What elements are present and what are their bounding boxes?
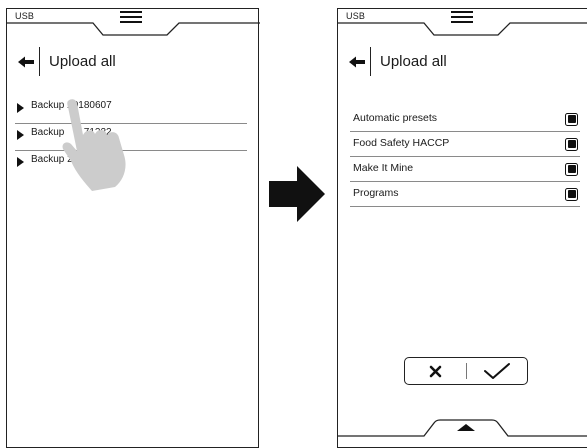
back-arrow-icon[interactable]	[17, 55, 35, 69]
cross-icon	[429, 365, 442, 378]
option-label: Automatic presets	[353, 112, 438, 124]
checkbox[interactable]	[565, 188, 578, 201]
confirm-button[interactable]	[467, 358, 528, 384]
option-label: Programs	[353, 187, 399, 199]
page-header: Upload all	[348, 47, 568, 79]
usb-label: USB	[15, 11, 35, 21]
option-label: Make It Mine	[353, 162, 414, 174]
hamburger-menu-icon[interactable]	[120, 11, 142, 23]
page-header: Upload all	[17, 47, 237, 79]
checkbox[interactable]	[565, 163, 578, 176]
page-title: Upload all	[380, 53, 447, 70]
option-automatic-presets[interactable]: Automatic presets	[350, 107, 580, 132]
upload-options-list: Automatic presets Food Safety HACCP Make…	[350, 107, 580, 207]
checkbox[interactable]	[565, 113, 578, 126]
checkbox-fill	[567, 115, 576, 124]
checkmark-icon	[484, 363, 510, 379]
header-divider	[39, 47, 41, 76]
cancel-button[interactable]	[405, 358, 466, 384]
usb-label: USB	[346, 11, 366, 21]
action-button-group	[404, 357, 528, 385]
left-device-screen: USB Upload all Backup 20180607 Backup 71…	[6, 8, 260, 448]
play-triangle-icon	[17, 157, 24, 167]
option-make-it-mine[interactable]: Make It Mine	[350, 157, 580, 182]
hamburger-menu-icon[interactable]	[451, 11, 473, 23]
header-divider	[370, 47, 372, 76]
play-triangle-icon	[17, 103, 24, 113]
right-arrow-icon	[269, 166, 325, 222]
option-food-safety-haccp[interactable]: Food Safety HACCP	[350, 132, 580, 157]
pointing-hand-icon	[62, 99, 126, 191]
bottom-drawer-tab[interactable]	[338, 407, 587, 437]
checkbox-fill	[567, 165, 576, 174]
status-bar: USB	[338, 9, 587, 37]
option-label: Food Safety HACCP	[353, 137, 450, 149]
play-triangle-icon	[17, 130, 24, 140]
right-device-screen: USB Upload all Automatic presets Food Sa…	[337, 8, 587, 448]
page-title: Upload all	[49, 53, 116, 70]
status-bar: USB	[7, 9, 260, 37]
back-arrow-icon[interactable]	[348, 55, 366, 69]
checkbox-fill	[567, 190, 576, 199]
checkbox-fill	[567, 140, 576, 149]
option-programs[interactable]: Programs	[350, 182, 580, 207]
checkbox[interactable]	[565, 138, 578, 151]
